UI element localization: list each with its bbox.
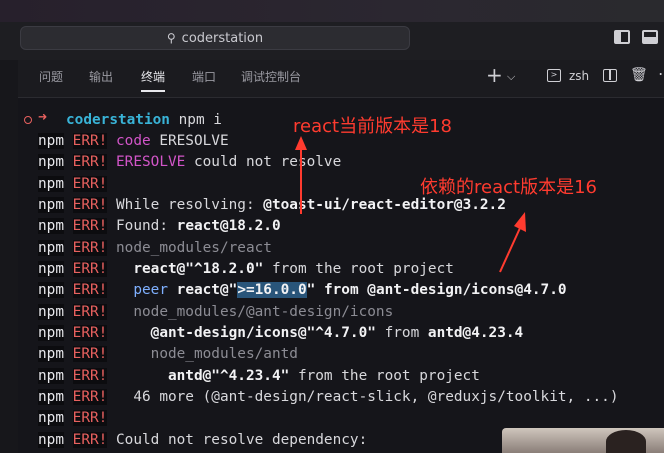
arrow-current-version-head <box>295 136 307 150</box>
arrow-dependency-version-head <box>514 212 526 232</box>
arrow-dependency-version <box>499 227 521 273</box>
annotation-arrows <box>295 136 526 273</box>
webcam-overlay <box>502 428 664 453</box>
